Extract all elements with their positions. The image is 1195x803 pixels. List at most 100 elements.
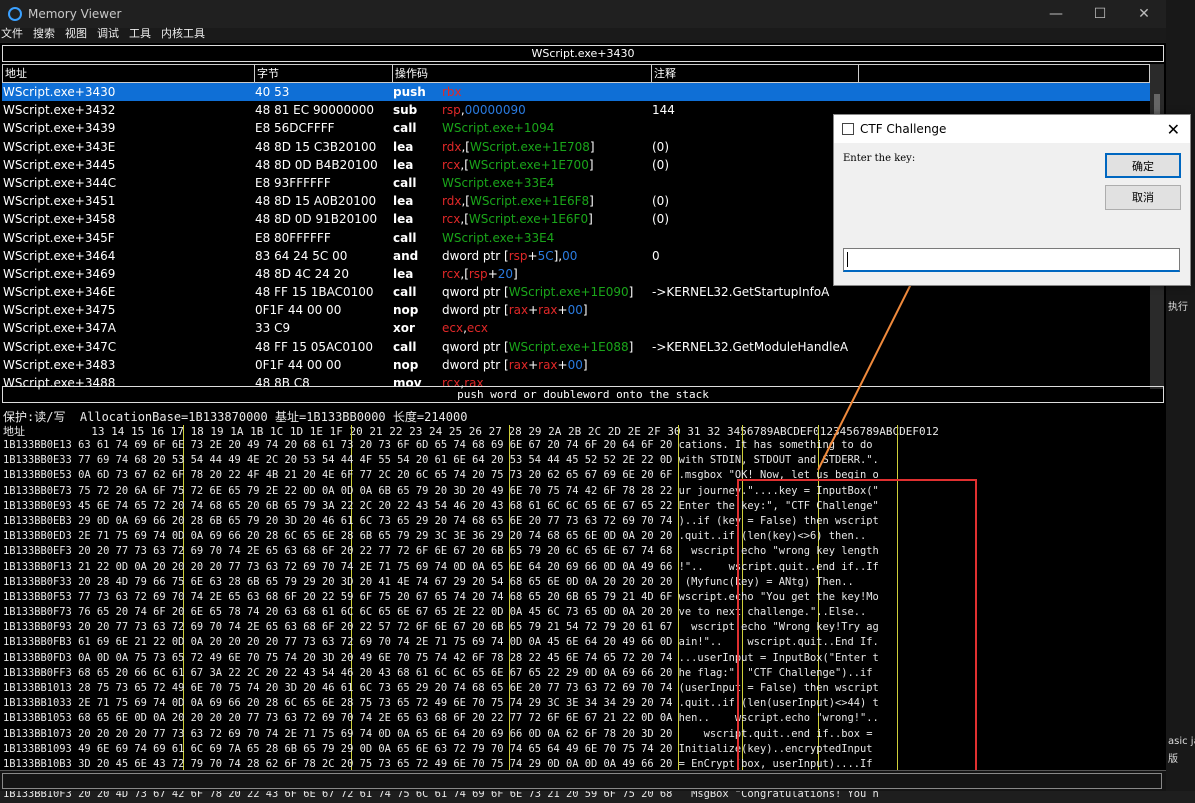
operand-token: WScript.exe+33E4 [442, 230, 555, 245]
operand-token: WScript.exe+1094 [442, 121, 555, 136]
row-address: WScript.exe+3451 [3, 194, 116, 209]
operand-token: 00 [567, 303, 583, 318]
operand-token: 00 [562, 248, 578, 263]
row-operands: dword ptr [rax+rax+00] [442, 356, 588, 374]
row-operands: rcx,[WScript.exe+1E700] [442, 156, 594, 174]
row-address: WScript.exe+3432 [3, 103, 116, 118]
menu-view[interactable]: 视图 [65, 28, 87, 42]
row-operands: rcx,[rsp+20] [442, 265, 518, 283]
row-operands: qword ptr [WScript.exe+1E088] [442, 338, 633, 356]
col-comment[interactable]: 注释 [651, 64, 858, 83]
minimize-button[interactable]: — [1034, 0, 1078, 28]
title-bar: Memory Viewer — ☐ ✕ [0, 0, 1166, 28]
operand-token: + [557, 357, 568, 372]
row-bytes: 83 64 24 5C 00 [255, 248, 348, 263]
row-opcode: call [393, 230, 417, 245]
operand-token: qword ptr [ [442, 285, 509, 300]
row-operands: rdx,[WScript.exe+1E6F8] [442, 192, 594, 210]
disasm-address-bar[interactable]: WScript.exe+3430 [2, 45, 1164, 62]
row-address: WScript.exe+346E [3, 285, 116, 300]
disasm-row[interactable]: WScript.exe+3430 40 53 push rbx [2, 83, 1150, 102]
row-bytes: E8 93FFFFFF [255, 175, 331, 190]
row-address: WScript.exe+3469 [3, 266, 116, 281]
operand-token: ] [582, 303, 588, 318]
row-operands: rcx,[WScript.exe+1E6F0] [442, 210, 593, 228]
operand-token: + [528, 357, 539, 372]
operand-token: WScript.exe+1E6F0 [468, 212, 589, 227]
ok-button[interactable]: 确定 [1105, 153, 1181, 178]
row-bytes: 48 8D 15 C3B20100 [255, 139, 377, 154]
cheat-engine-icon [8, 7, 22, 21]
ctf-challenge-dialog: CTF Challenge ✕ Enter the key: 确定 取消 [833, 114, 1191, 286]
operand-token: ,[ [460, 266, 469, 281]
operand-token: rcx [442, 157, 461, 172]
row-address: WScript.exe+347C [3, 339, 117, 354]
row-comment: (0) [652, 139, 669, 154]
row-bytes: 40 53 [255, 85, 290, 99]
row-bytes: 48 81 EC 90000000 [255, 103, 375, 118]
hex-line[interactable]: 1B133BB0E33 77 69 74 68 20 53 54 44 49 4… [3, 453, 879, 468]
highlight-box [737, 479, 977, 777]
operand-token: ], [553, 248, 563, 263]
row-address: WScript.exe+3475 [3, 303, 116, 318]
menu-bar: 文件 搜索 视图 调试 工具 内核工具 [0, 28, 1166, 42]
menu-file[interactable]: 文件 [1, 28, 23, 42]
hex-line[interactable]: 1B133BB0E13 63 61 74 69 6F 6E 73 2E 20 4… [3, 438, 879, 453]
window-title: Memory Viewer [28, 7, 122, 21]
menu-search[interactable]: 搜索 [33, 28, 55, 42]
row-address: WScript.exe+345F [3, 230, 115, 245]
disasm-row[interactable]: WScript.exe+3483 0F1F 44 00 00 nop dword pt… [2, 356, 1150, 374]
menu-debug[interactable]: 调试 [97, 28, 119, 42]
row-comment: 144 [652, 103, 675, 118]
operand-token: + [527, 248, 538, 263]
operand-token: ,[ [460, 157, 469, 172]
disasm-row[interactable]: WScript.exe+347A 33 C9 xor ecx,ecx [2, 319, 1150, 337]
menu-kernel-tools[interactable]: 内核工具 [161, 28, 205, 42]
operand-token: ,[ [461, 139, 470, 154]
operand-token: ,[ [460, 212, 469, 227]
operand-token: 00000090 [464, 103, 526, 118]
maximize-button[interactable]: ☐ [1078, 0, 1122, 28]
disasm-row[interactable]: WScript.exe+3475 0F1F 44 00 00 nop dword pt… [2, 301, 1150, 319]
operand-token: WScript.exe+1E088 [508, 339, 629, 354]
side-text-1: 执行 [1168, 302, 1188, 313]
col-opcode[interactable]: 操作码 [392, 64, 651, 83]
row-opcode: nop [393, 303, 419, 318]
dialog-app-icon [842, 123, 854, 135]
operand-token: ] [589, 194, 594, 209]
operand-token: ,[ [461, 194, 470, 209]
operand-token: ] [588, 212, 593, 227]
row-address: WScript.exe+343E [3, 139, 116, 154]
operand-token: 20 [497, 266, 514, 281]
operand-token: WScript.exe+1E6F8 [469, 194, 590, 209]
col-bytes[interactable]: 字节 [254, 64, 392, 83]
operand-token: rbx [442, 85, 462, 99]
disasm-row[interactable]: WScript.exe+347C 48 FF 15 05AC0100 call qwo… [2, 338, 1150, 356]
row-comment: ->KERNEL32.GetStartupInfoA [652, 285, 830, 300]
row-bytes: 48 8D 0D 91B20100 [255, 212, 378, 227]
key-input[interactable] [843, 248, 1180, 272]
operand-token: dword ptr [ [442, 303, 509, 318]
row-bytes: 48 8D 4C 24 20 [255, 266, 349, 281]
close-button[interactable]: ✕ [1122, 0, 1166, 28]
operand-token: rdx [442, 139, 462, 154]
status-field [2, 773, 1162, 789]
operand-token: rax [538, 303, 558, 318]
row-opcode: sub [393, 103, 418, 118]
operand-token: ] [628, 285, 634, 300]
cancel-button[interactable]: 取消 [1105, 185, 1181, 210]
row-bytes: E8 80FFFFFF [255, 230, 331, 245]
operand-token: rax [538, 357, 558, 372]
row-opcode: call [393, 339, 417, 354]
row-bytes: 48 FF 15 05AC0100 [255, 339, 373, 354]
row-opcode: call [393, 285, 417, 300]
row-opcode: call [393, 175, 417, 190]
col-address[interactable]: 地址 [2, 64, 254, 83]
menu-tools[interactable]: 工具 [129, 28, 151, 42]
dialog-close-icon[interactable]: ✕ [1167, 120, 1180, 139]
row-opcode: lea [393, 194, 414, 209]
operand-token: WScript.exe+33E4 [442, 175, 555, 190]
side-text-2: asic ja [1168, 736, 1195, 747]
operand-token: WScript.exe+1E700 [468, 157, 589, 172]
operand-token: ] [589, 139, 595, 154]
